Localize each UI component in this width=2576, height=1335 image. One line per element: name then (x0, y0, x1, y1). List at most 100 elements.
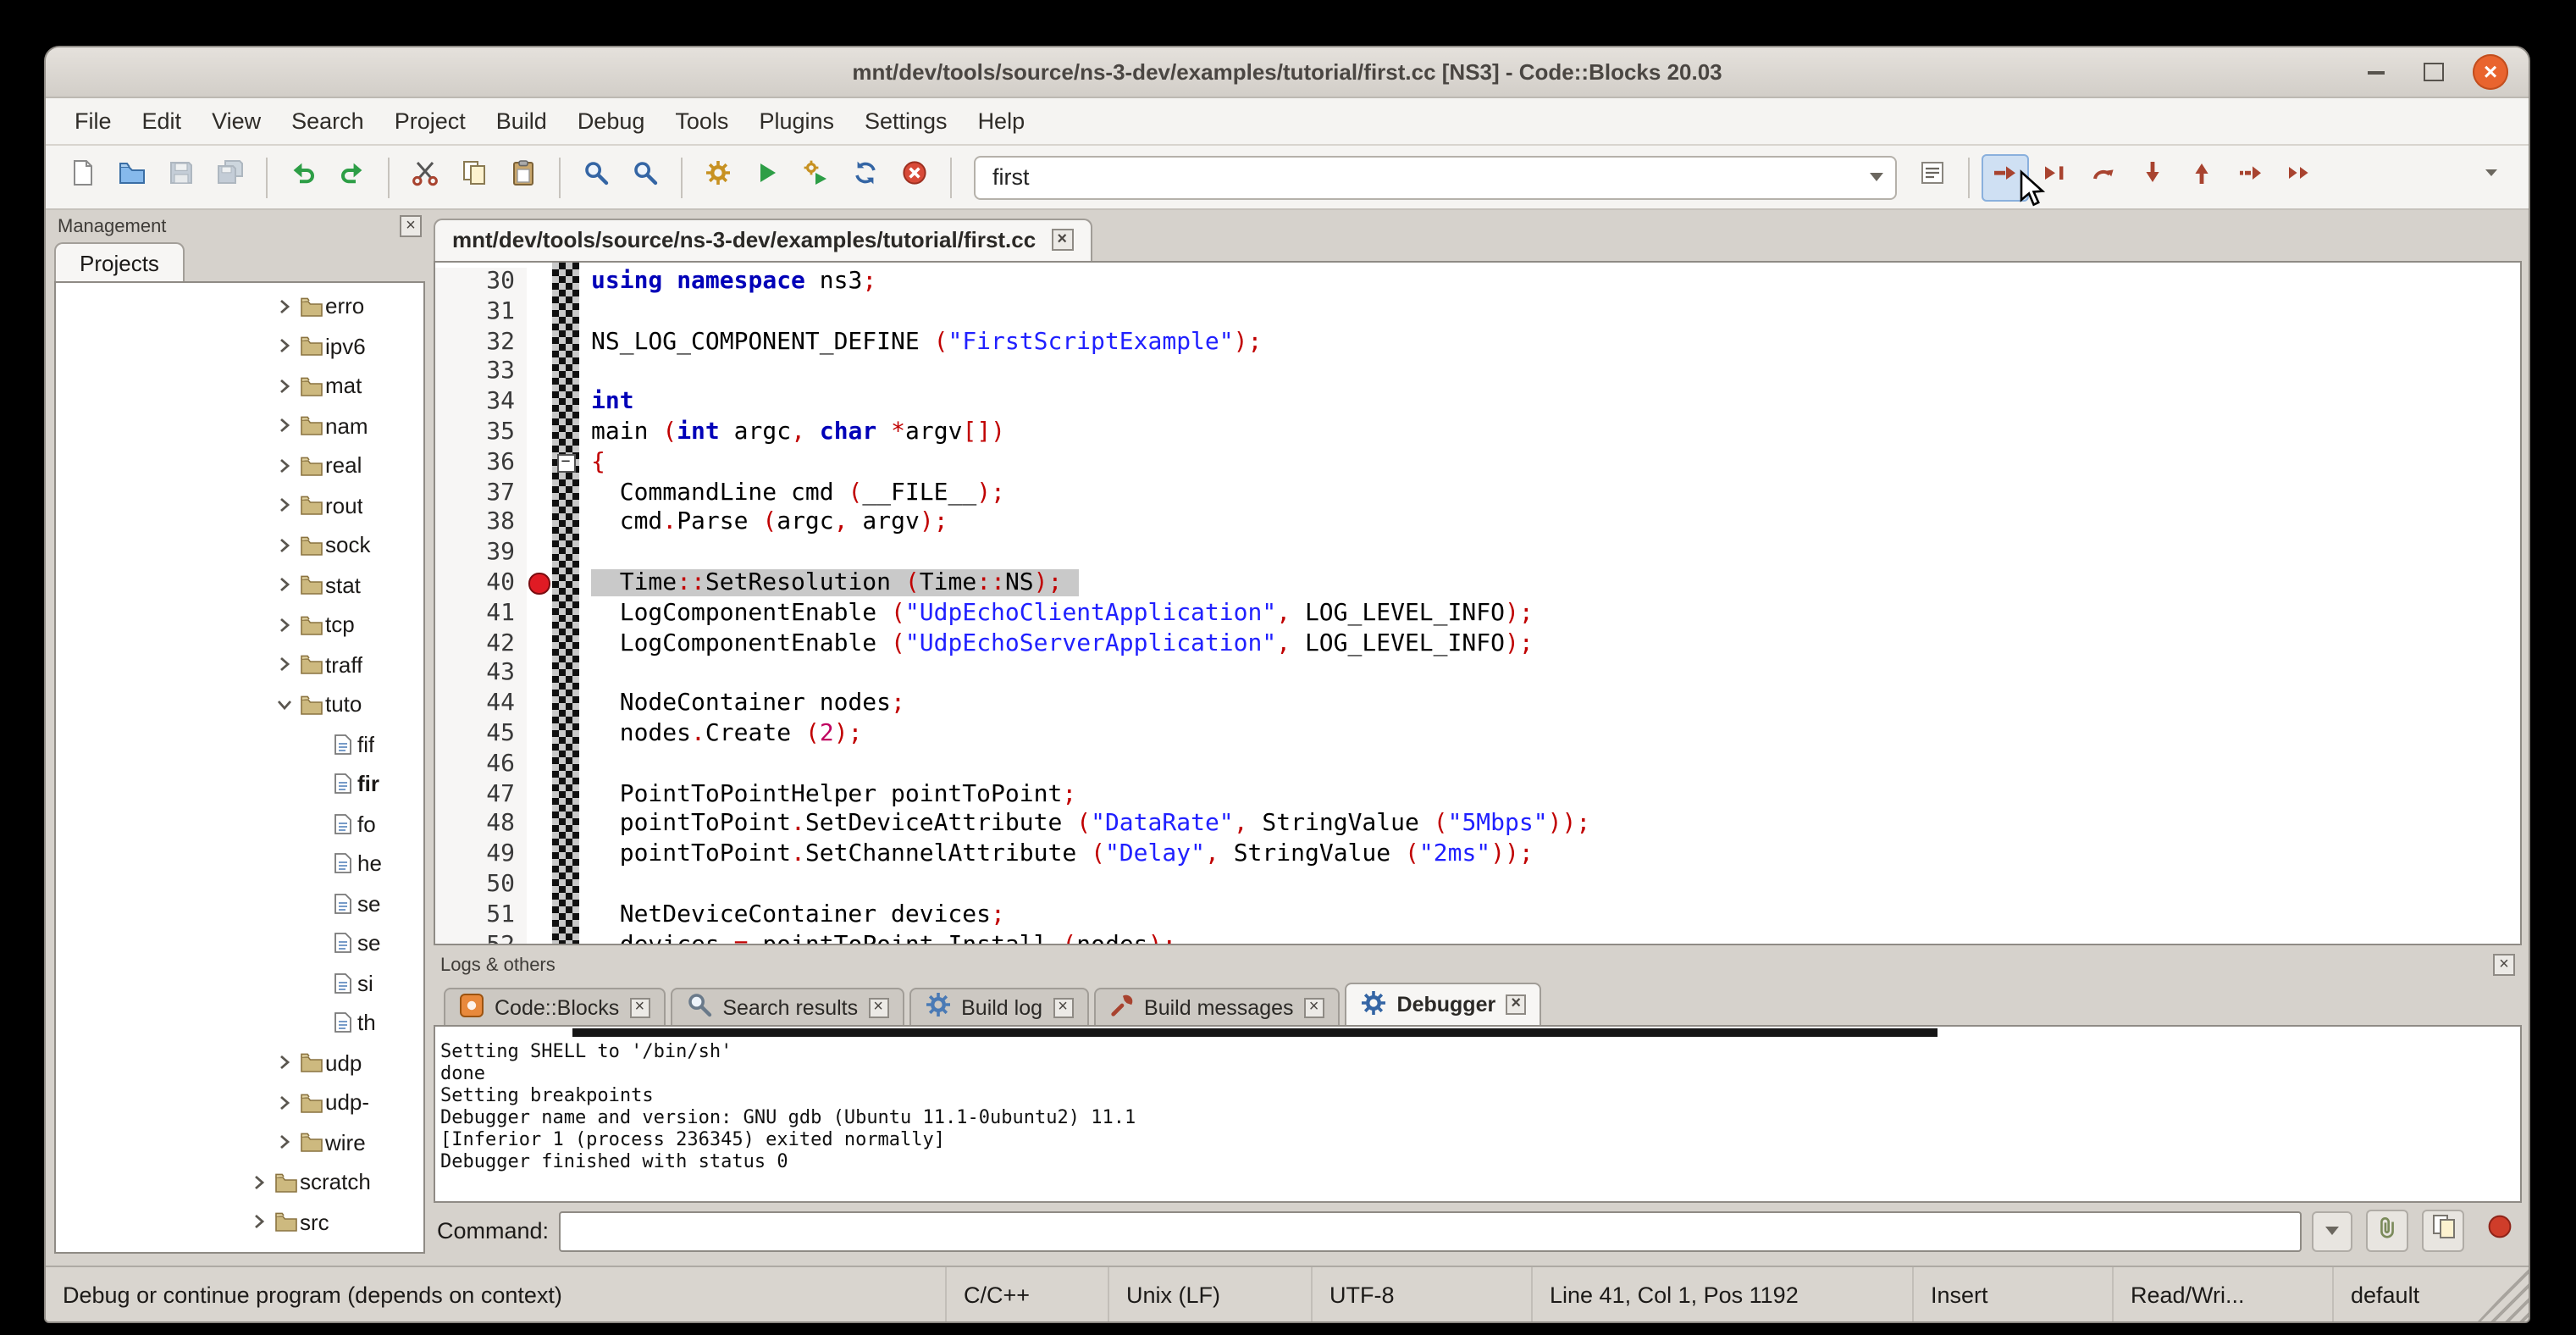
tree-item-mat[interactable]: mat (56, 366, 423, 406)
menu-build[interactable]: Build (481, 102, 562, 141)
expander-icon[interactable] (273, 1131, 296, 1155)
tree-item-udp[interactable]: udp (56, 1043, 423, 1083)
line-number[interactable]: 39 (435, 539, 527, 569)
line-number[interactable]: 34 (435, 388, 527, 418)
line-number[interactable]: 45 (435, 720, 527, 751)
expander-icon[interactable] (273, 613, 296, 637)
menu-search[interactable]: Search (276, 102, 379, 141)
menu-settings[interactable]: Settings (849, 102, 963, 141)
tree-item-erro[interactable]: erro (56, 286, 423, 326)
line-number[interactable]: 44 (435, 690, 527, 720)
menu-debug[interactable]: Debug (562, 102, 661, 141)
step-into-instruction-button[interactable] (2276, 153, 2324, 201)
tree-item-udp[interactable]: udp- (56, 1083, 423, 1122)
breakpoint-margin[interactable] (527, 751, 552, 781)
replace-button[interactable] (622, 153, 669, 201)
rebuild-button[interactable] (842, 153, 889, 201)
tree-item-he[interactable]: he (56, 844, 423, 884)
breakpoint-margin[interactable] (527, 298, 552, 329)
line-number[interactable]: 46 (435, 751, 527, 781)
save-all-button[interactable] (207, 153, 254, 201)
tree-item-nam[interactable]: nam (56, 406, 423, 446)
breakpoint-margin[interactable] (527, 509, 552, 540)
line-number[interactable]: 50 (435, 871, 527, 901)
line-number[interactable]: 33 (435, 358, 527, 389)
run-button[interactable] (744, 153, 791, 201)
tree-item-stat[interactable]: stat (56, 565, 423, 605)
close-tab-icon[interactable] (868, 997, 888, 1017)
expander-icon[interactable] (273, 295, 296, 319)
search-combo-input[interactable] (976, 164, 1858, 190)
line-number[interactable]: 51 (435, 900, 527, 931)
toolbar-overflow-button[interactable] (2468, 153, 2515, 201)
breakpoint-margin[interactable] (527, 840, 552, 871)
tree-item-si[interactable]: si (56, 963, 423, 1003)
tree-item-tuto[interactable]: tuto (56, 684, 423, 724)
tree-item-fo[interactable]: fo (56, 804, 423, 844)
tree-item-sock[interactable]: sock (56, 525, 423, 565)
title-bar[interactable]: mnt/dev/tools/source/ns-3-dev/examples/t… (46, 47, 2529, 98)
breakpoint-marker[interactable] (528, 573, 550, 595)
breakpoint-margin[interactable] (527, 629, 552, 660)
incremental-search-button[interactable] (1909, 153, 1956, 201)
log-tab-search-results[interactable]: Search results (670, 988, 904, 1025)
close-tab-icon[interactable] (1053, 997, 1073, 1017)
line-number[interactable]: 42 (435, 629, 527, 660)
projects-tree[interactable]: erroipv6matnamrealroutsockstattcptrafftu… (54, 281, 425, 1254)
line-number[interactable]: 32 (435, 328, 527, 358)
tree-item-tcp[interactable]: tcp (56, 605, 423, 645)
save-button[interactable] (158, 153, 205, 201)
code-editor[interactable]: 30using namespace ns3;3132NS_LOG_COMPONE… (434, 261, 2522, 945)
breakpoint-margin[interactable] (527, 388, 552, 418)
breakpoint-margin[interactable] (527, 328, 552, 358)
undo-button[interactable] (279, 153, 327, 201)
expander-icon[interactable] (273, 335, 296, 358)
line-number[interactable]: 52 (435, 931, 527, 945)
breakpoint-margin[interactable] (527, 268, 552, 298)
open-file-button[interactable] (108, 153, 156, 201)
debug-continue-button[interactable] (1982, 153, 2029, 201)
find-button[interactable] (572, 153, 620, 201)
menu-tools[interactable]: Tools (660, 102, 744, 141)
tab-projects[interactable]: Projects (54, 242, 185, 281)
tree-item-wire[interactable]: wire (56, 1122, 423, 1162)
expander-icon[interactable] (247, 1171, 271, 1194)
stop-debugger-button[interactable] (2481, 1212, 2518, 1249)
line-number[interactable]: 30 (435, 268, 527, 298)
log-tab-build-log[interactable]: Build log (909, 988, 1088, 1025)
breakpoint-margin[interactable] (527, 811, 552, 841)
editor-tab[interactable]: mnt/dev/tools/source/ns-3-dev/examples/t… (434, 219, 1092, 261)
breakpoint-margin[interactable] (527, 600, 552, 630)
resize-grip[interactable] (2478, 1267, 2529, 1321)
tree-item-scratch[interactable]: scratch (56, 1162, 423, 1202)
tree-item-fif[interactable]: fif (56, 724, 423, 764)
expander-icon[interactable] (273, 1051, 296, 1075)
breakpoint-margin[interactable] (527, 479, 552, 509)
attach-button[interactable] (2366, 1210, 2408, 1252)
log-tab-build-messages[interactable]: Build messages (1093, 988, 1340, 1025)
line-number[interactable]: 37 (435, 479, 527, 509)
tree-item-th[interactable]: th (56, 1003, 423, 1043)
abort-build-button[interactable] (891, 153, 938, 201)
breakpoint-margin[interactable] (527, 539, 552, 569)
run-to-cursor-button[interactable] (2031, 153, 2078, 201)
breakpoint-margin[interactable] (527, 780, 552, 811)
new-file-button[interactable] (59, 153, 107, 201)
menu-help[interactable]: Help (963, 102, 1041, 141)
breakpoint-margin[interactable] (527, 690, 552, 720)
expander-icon[interactable] (273, 1091, 296, 1115)
breakpoint-margin[interactable] (527, 871, 552, 901)
expander-icon[interactable] (273, 414, 296, 438)
minimize-button[interactable] (2358, 54, 2393, 90)
close-editor-tab-icon[interactable] (1051, 229, 1073, 251)
line-number[interactable]: 31 (435, 298, 527, 329)
breakpoint-margin[interactable] (527, 660, 552, 690)
breakpoint-margin[interactable] (527, 569, 552, 600)
copy-button[interactable] (451, 153, 498, 201)
breakpoint-margin[interactable] (527, 931, 552, 945)
paste-button[interactable] (500, 153, 547, 201)
build-button[interactable] (694, 153, 742, 201)
command-dropdown-button[interactable] (2312, 1210, 2352, 1251)
breakpoint-margin[interactable] (527, 449, 552, 479)
line-number[interactable]: 47 (435, 780, 527, 811)
